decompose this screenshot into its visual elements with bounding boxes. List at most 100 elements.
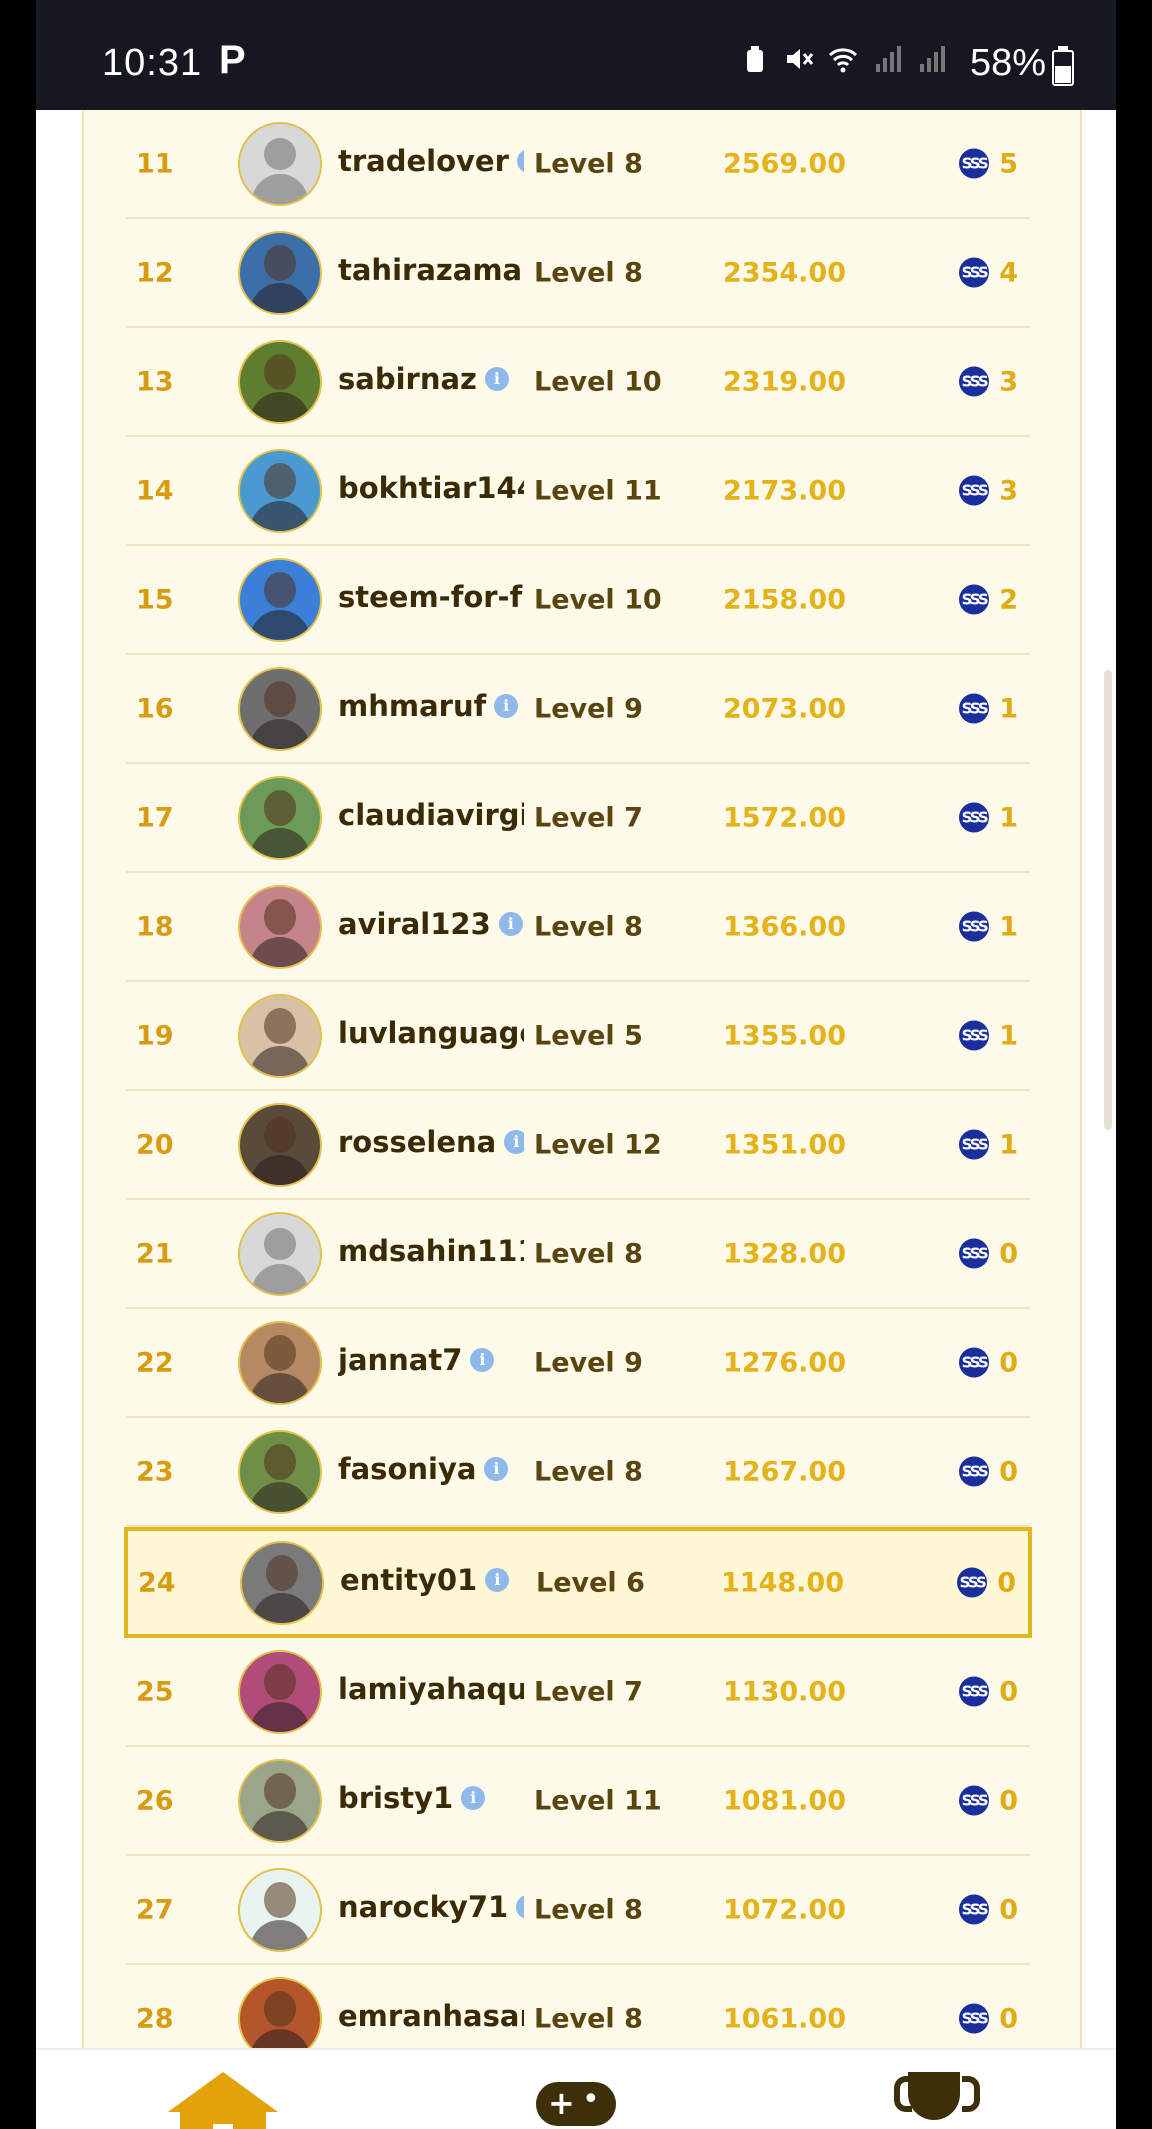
steem-icon: SSS	[959, 1894, 990, 1925]
leaderboard-row[interactable]: 18 aviral123 i Level 8 1366.00 SSS 1	[126, 873, 1030, 982]
user-level: Level 9	[534, 1347, 643, 1378]
username[interactable]: luvlanguage	[338, 1016, 524, 1050]
avatar[interactable]	[238, 1429, 322, 1514]
leaderboard-row[interactable]: 13 sabirnaz i Level 10 2319.00 SSS 3	[126, 328, 1030, 437]
username[interactable]: entity01	[340, 1563, 477, 1597]
avatar[interactable]	[238, 121, 322, 206]
info-icon[interactable]: i	[504, 1129, 524, 1154]
username[interactable]: tradelover	[338, 144, 509, 178]
reward-amount: 0	[999, 1676, 1018, 1707]
leaderboard-row[interactable]: 21 mdsahin111i Level 8 1328.00 SSS 0	[126, 1200, 1030, 1309]
status-icons	[740, 44, 946, 74]
avatar[interactable]	[238, 1211, 322, 1296]
bottom-nav	[36, 2048, 1116, 2129]
reward-amount: 5	[999, 148, 1018, 179]
mute-icon	[787, 49, 814, 69]
steem-icon: SSS	[959, 1238, 990, 1269]
leaderboard-row[interactable]: 17 claudiavirgin Level 7 1572.00 SSS 1	[126, 764, 1030, 873]
current-user-row[interactable]: 24 entity01 i Level 6 1148.00 SSS 0	[124, 1527, 1032, 1638]
leaderboard-row[interactable]: 11 tradelover i Level 8 2569.00 SSS 5	[126, 110, 1030, 219]
username[interactable]: steem-for-fun	[338, 580, 524, 614]
scrollbar[interactable]	[1104, 670, 1112, 1130]
info-icon[interactable]: i	[470, 1347, 495, 1372]
leaderboard-row[interactable]: 25 lamiyahaque Level 7 1130.00 SSS 0	[126, 1638, 1030, 1747]
user-level: Level 8	[534, 257, 643, 288]
user-level: Level 11	[534, 475, 662, 506]
score: 1130.00	[723, 1676, 846, 1707]
reward-amount: 1	[999, 693, 1018, 724]
avatar[interactable]	[238, 448, 322, 533]
avatar[interactable]	[238, 993, 322, 1078]
username[interactable]: fasoniya	[338, 1452, 476, 1486]
leaderboard-row[interactable]: 27 narocky71 i Level 8 1072.00 SSS 0	[126, 1856, 1030, 1965]
reward: SSS 0	[957, 1567, 1016, 1598]
username[interactable]: mhmaruf	[338, 689, 486, 723]
avatar[interactable]	[238, 557, 322, 642]
username[interactable]: aviral123	[338, 907, 491, 941]
info-icon[interactable]: i	[494, 693, 519, 718]
avatar[interactable]	[238, 666, 322, 751]
username[interactable]: lamiyahaque	[338, 1672, 524, 1706]
reward-amount: 0	[999, 1785, 1018, 1816]
info-icon[interactable]: i	[516, 148, 524, 173]
info-icon[interactable]: i	[461, 1785, 486, 1810]
home-icon[interactable]	[168, 2072, 278, 2129]
avatar[interactable]	[238, 1867, 322, 1952]
reward: SSS 0	[959, 1456, 1018, 1487]
rank-number: 20	[136, 1129, 174, 1160]
leaderboard-row[interactable]: 19 luvlanguage Level 5 1355.00 SSS 1	[126, 982, 1030, 1091]
info-icon[interactable]: i	[484, 366, 509, 391]
avatar[interactable]	[238, 1649, 322, 1734]
score: 2158.00	[723, 584, 846, 615]
username-cell: mhmaruf i	[338, 689, 524, 729]
leaderboard-row[interactable]: 14 bokhtiar1444 Level 11 2173.00 SSS 3	[126, 437, 1030, 546]
reward-amount: 3	[999, 366, 1018, 397]
username[interactable]: jannat7	[338, 1343, 462, 1377]
rank-number: 23	[136, 1456, 174, 1487]
info-icon[interactable]: i	[498, 911, 523, 936]
username[interactable]: bokhtiar1444	[338, 471, 524, 505]
username[interactable]: claudiavirgin	[338, 798, 524, 832]
reward-amount: 2	[999, 584, 1018, 615]
info-icon[interactable]: i	[484, 1456, 509, 1481]
leaderboard-row[interactable]: 23 fasoniya i Level 8 1267.00 SSS 0	[126, 1418, 1030, 1527]
username[interactable]: tahirazamar	[338, 253, 524, 287]
reward-amount: 0	[999, 1238, 1018, 1269]
user-level: Level 8	[534, 911, 643, 942]
gamepad-icon[interactable]	[536, 2072, 646, 2129]
avatar[interactable]	[238, 339, 322, 424]
avatar[interactable]	[238, 230, 322, 315]
leaderboard-row[interactable]: 12 tahirazamar Level 8 2354.00 SSS 4	[126, 219, 1030, 328]
username[interactable]: emranhasan	[338, 1999, 524, 2033]
user-level: Level 8	[534, 148, 643, 179]
avatar[interactable]	[238, 1320, 322, 1405]
avatar[interactable]	[240, 1540, 324, 1625]
reward: SSS 1	[959, 693, 1018, 724]
leaderboard-row[interactable]: 20 rosselena i Level 12 1351.00 SSS 1	[126, 1091, 1030, 1200]
leaderboard-row[interactable]: 16 mhmaruf i Level 9 2073.00 SSS 1	[126, 655, 1030, 764]
user-level: Level 8	[534, 1238, 643, 1269]
leaderboard-row[interactable]: 15 steem-for-fun Level 10 2158.00 SSS 2	[126, 546, 1030, 655]
username[interactable]: bristy1	[338, 1781, 453, 1815]
info-icon[interactable]: i	[485, 1567, 510, 1592]
leaderboard-row[interactable]: 26 bristy1 i Level 11 1081.00 SSS 0	[126, 1747, 1030, 1856]
username-cell: rosselena i	[338, 1125, 524, 1165]
leaderboard-panel[interactable]: 11tradeloveriLevel 82569.00SSS512tahiraz…	[82, 110, 1082, 2074]
username[interactable]: narocky71	[338, 1890, 508, 1924]
avatar[interactable]	[238, 775, 322, 860]
user-level: Level 7	[534, 1676, 643, 1707]
steem-icon: SSS	[959, 1676, 990, 1707]
leaderboard-row[interactable]: 22 jannat7 i Level 9 1276.00 SSS 0	[126, 1309, 1030, 1418]
avatar[interactable]	[238, 1102, 322, 1187]
username[interactable]: sabirnaz	[338, 362, 477, 396]
avatar[interactable]	[238, 1758, 322, 1843]
trophy-icon[interactable]	[894, 2072, 1006, 2129]
username[interactable]: rosselena	[338, 1125, 496, 1159]
steem-icon: SSS	[959, 1020, 990, 1051]
avatar[interactable]	[238, 884, 322, 969]
reward: SSS 0	[959, 1894, 1018, 1925]
info-icon[interactable]: i	[516, 1894, 524, 1919]
reward: SSS 0	[959, 1347, 1018, 1378]
reward-amount: 4	[999, 257, 1018, 288]
username[interactable]: mdsahin111	[338, 1234, 524, 1268]
